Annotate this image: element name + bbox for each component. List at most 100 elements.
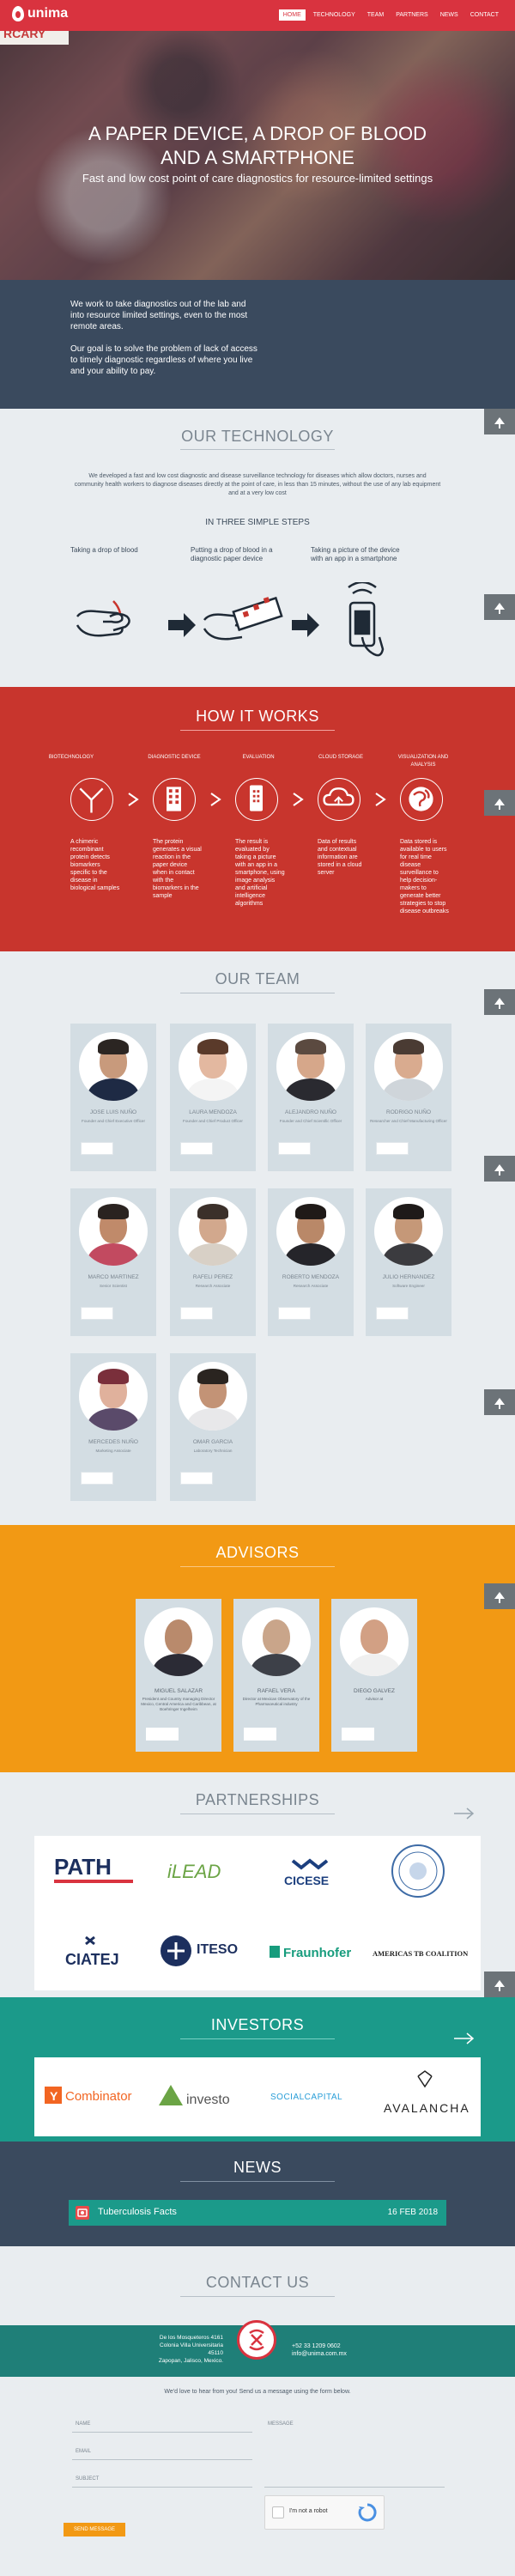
linkedin-button[interactable] [278,1142,311,1155]
paper-device-icon [203,596,283,641]
partner-logo-iteso[interactable]: ITESO [154,1925,258,1977]
email-input[interactable] [72,2459,252,2460]
svg-text:investo: investo [186,2093,230,2107]
svg-text:ITESO: ITESO [197,1942,238,1957]
message-textarea[interactable] [264,2487,445,2488]
linkedin-button[interactable] [244,1728,276,1741]
advisor-name: RAFAEL VERA [257,1688,296,1694]
brand-logo[interactable]: unima [12,6,68,21]
advisor-photo [144,1607,213,1676]
team-member-role: Research Associate [195,1284,231,1288]
partner-logo-fraunhofer[interactable]: Fraunhofer [266,1929,360,1977]
linkedin-button[interactable] [180,1472,213,1485]
contact-email[interactable]: info@unima.com.mx [292,2350,347,2358]
investor-logo-investo[interactable]: investo [153,2075,247,2117]
how-step-5-text: Data stored is available to users for re… [400,839,449,914]
form-intro: We'd love to hear from you! Send us a me… [164,2389,351,2395]
team-member-card: MARCO MARTINEZ Senior Scientist [70,1188,156,1336]
team-member-role: Senior Scientist [100,1284,127,1288]
linkedin-button[interactable] [81,1472,113,1485]
advisor-role: President and Country managing Director … [141,1697,216,1711]
linkedin-button[interactable] [81,1307,113,1320]
partner-logo-cicese[interactable]: CICESE [263,1850,357,1893]
linkedin-button[interactable] [278,1307,311,1320]
investor-logo-avalancha[interactable]: AVALANCHA [374,2064,476,2129]
partner-logo-path[interactable]: PATH [46,1850,141,1893]
hero-banner: RCARY A PAPER DEVICE, A DROP OF BLOOD AN… [0,0,515,280]
svg-text:Combinator: Combinator [65,2089,132,2104]
scroll-top-button[interactable] [484,594,515,620]
scroll-top-button[interactable] [484,1583,515,1609]
partner-logo-ilead[interactable]: iLEAD [154,1850,249,1893]
scroll-top-button[interactable] [484,790,515,816]
nav-item-team[interactable]: TEAM [363,9,388,21]
team-member-photo [79,1362,148,1431]
linkedin-button[interactable] [180,1307,213,1320]
contact-phone[interactable]: +52 33 1209 0602 [292,2342,347,2350]
team-member-photo [179,1032,247,1101]
news-item-date: 16 FEB 2018 [387,2208,438,2217]
linkedin-button[interactable] [376,1142,409,1155]
how-step-2-heading: DIAGNOSTIC DEVICE [148,755,201,760]
team-member-name: LAURA MENDOZA [189,1109,237,1115]
contact-section: CONTACT US De los Mosqueteros 4161 Colon… [0,2246,515,2576]
scroll-top-button[interactable] [484,989,515,1015]
linkedin-button[interactable] [180,1142,213,1155]
advisor-card: RAFAEL VERA Director at Mexican Observato… [233,1599,319,1752]
scroll-top-button[interactable] [484,1156,515,1182]
scroll-top-button[interactable] [484,1389,515,1415]
location-map[interactable]: De los Mosqueteros 4161 Colonia Villa Un… [0,2320,515,2377]
team-member-photo [179,1197,247,1266]
team-member-photo [276,1197,345,1266]
team-member-photo [79,1197,148,1266]
title-divider [180,449,335,450]
team-member-name: MERCEDES NUÑO [88,1439,138,1445]
diagnostic-device-icon [153,778,196,821]
how-step-1-text: A chimeric recombinant protein detects b… [70,839,120,891]
how-step-3-text: The result is evaluated by taking a pict… [235,839,285,907]
team-member-name: JULIO HERNANDEZ [382,1274,435,1280]
finger-prick-icon [76,600,130,637]
nav-item-news[interactable]: NEWS [436,9,463,21]
linkedin-button[interactable] [376,1307,409,1320]
scroll-top-button[interactable] [484,1971,515,1997]
partner-logo-ciatej[interactable]: CIATEJ [46,1929,141,1977]
map-pin-icon [237,2320,276,2360]
chevron-right-icon [128,793,139,806]
brand-name: unima [27,6,69,21]
nav-item-technology[interactable]: TECHNOLOGY [309,9,360,21]
svg-text:Fraunhofer: Fraunhofer [283,1946,351,1960]
investor-logo-ycombinator[interactable]: Y Combinator [41,2075,144,2117]
linkedin-button[interactable] [81,1142,113,1155]
name-input[interactable] [72,2432,252,2433]
hero-title: A PAPER DEVICE, A DROP OF BLOOD AND A SM… [69,122,446,170]
message-label: MESSAGE [268,2421,294,2427]
step-1-text: Taking a drop of blood [70,546,138,554]
arrow-right-icon[interactable] [453,1807,476,1820]
nav-item-contact[interactable]: CONTACT [466,9,503,21]
mission-paragraph-2: Our goal is to solve the problem of lack… [70,344,258,376]
partner-logo-americas-tb-coalition[interactable]: AMERICAS TB COALITION [371,1929,474,1977]
steps-title: IN THREE SIMPLE STEPS [205,518,310,527]
nav-item-home[interactable]: HOME [278,9,306,21]
recaptcha-checkbox[interactable] [272,2506,284,2518]
name-label: NAME [76,2421,91,2427]
address-line-3: 45110 [208,2350,223,2356]
technology-section: OUR TECHNOLOGY We developed a fast and l… [0,409,515,687]
title-divider [180,2296,335,2297]
investor-logo-socialcapital[interactable]: SOCIALCAPITAL [264,2075,367,2117]
linkedin-button[interactable] [146,1728,179,1741]
linkedin-button[interactable] [342,1728,374,1741]
team-member-photo [179,1362,247,1431]
how-step-2-text: The protein generates a visual reaction … [153,839,202,899]
subject-input[interactable] [72,2487,252,2488]
advisor-name: DIEGO GALVEZ [354,1688,395,1694]
cloud-storage-icon [318,778,360,821]
nav-item-partners[interactable]: PARTNERS [391,9,432,21]
arrow-right-icon[interactable] [453,2032,476,2045]
news-item[interactable]: Tuberculosis Facts 16 FEB 2018 [69,2200,446,2226]
how-step-4-text: Data of results and contextual informati… [318,839,362,876]
news-icon [76,2206,89,2220]
partner-logo-university-seal[interactable] [371,1843,465,1899]
send-message-button[interactable]: SEND MESSAGE [64,2523,125,2537]
